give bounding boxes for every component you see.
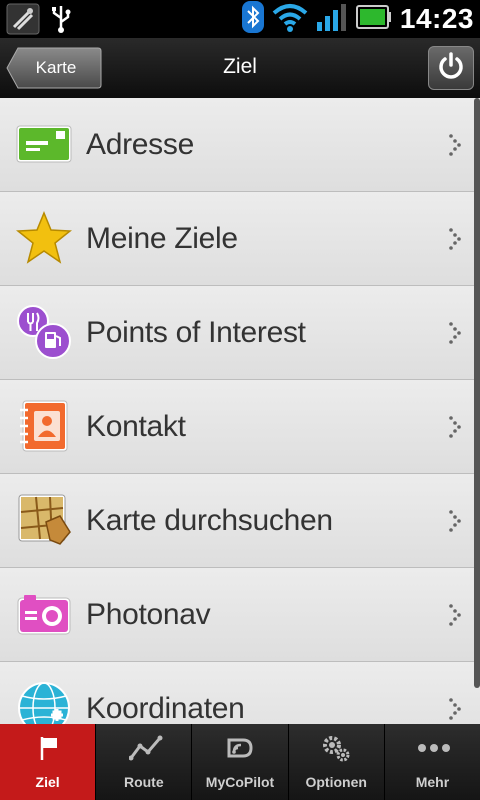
mycopilot-icon [225, 734, 255, 762]
menu-item-kontakt[interactable]: Kontakt [0, 380, 480, 474]
tab-label: Optionen [305, 774, 367, 790]
page-title: Ziel [223, 55, 257, 78]
tab-label: Ziel [35, 774, 60, 790]
menu-item-photonav[interactable]: Photonav [0, 568, 480, 662]
tab-label: Route [123, 774, 164, 790]
scrollbar[interactable] [474, 98, 480, 688]
back-button[interactable]: Karte [6, 46, 102, 90]
globe-icon [16, 680, 72, 724]
menu-item-points-of-interest[interactable]: Points of Interest [0, 286, 480, 380]
power-icon [437, 51, 465, 85]
tab-label: Mehr [415, 774, 450, 790]
tab-label: MyCoPilot [205, 774, 275, 790]
tab-ziel[interactable]: Ziel [0, 724, 96, 800]
destination-menu: Adresse Meine Ziele Points of Interest K… [0, 98, 480, 724]
camera-icon [16, 586, 72, 642]
title-bar: Karte Ziel [0, 38, 480, 99]
star-icon [15, 210, 73, 266]
chevron-right-icon [448, 415, 462, 439]
chevron-right-icon [448, 509, 462, 533]
tab-route[interactable]: Route [95, 724, 191, 800]
bluetooth-icon [241, 0, 264, 38]
contact-book-icon [16, 398, 72, 454]
more-dots-icon [417, 734, 451, 762]
chevron-right-icon [448, 321, 462, 345]
signal-strength-icon [316, 2, 348, 37]
battery-icon [355, 4, 392, 34]
clock: 14:23 [399, 3, 474, 34]
menu-item-label: Kontakt [86, 410, 186, 443]
tab-optionen[interactable]: Optionen [287, 724, 384, 800]
flag-icon [33, 734, 63, 762]
menu-item-koordinaten[interactable]: Koordinaten [0, 662, 480, 724]
menu-item-label: Meine Ziele [86, 222, 238, 255]
app-notification-icon [6, 3, 40, 40]
map-search-icon [16, 492, 72, 548]
tab-mehr[interactable]: Mehr [383, 724, 480, 800]
bottom-tab-bar: Ziel Route MyCoPilot Optionen Mehr [0, 724, 480, 800]
route-icon [128, 734, 163, 762]
menu-item-label: Karte durchsuchen [86, 504, 333, 537]
menu-item-meine-ziele[interactable]: Meine Ziele [0, 192, 480, 286]
menu-item-label: Photonav [86, 598, 211, 631]
gears-icon [321, 734, 351, 762]
chevron-right-icon [448, 227, 462, 251]
chevron-right-icon [448, 603, 462, 627]
back-button-label: Karte [35, 58, 77, 77]
status-bar: 14:23 [0, 0, 480, 38]
wifi-icon [272, 2, 308, 37]
menu-item-label: Adresse [86, 128, 194, 161]
tab-mycopilot[interactable]: MyCoPilot [191, 724, 287, 800]
chevron-right-icon [448, 697, 462, 721]
menu-item-karte-durchsuchen[interactable]: Karte durchsuchen [0, 474, 480, 568]
chevron-right-icon [448, 133, 462, 157]
menu-item-label: Koordinaten [86, 692, 245, 724]
menu-item-adresse[interactable]: Adresse [0, 98, 480, 192]
power-button[interactable] [428, 46, 474, 90]
menu-item-label: Points of Interest [86, 316, 306, 349]
usb-icon [50, 4, 72, 39]
poi-icon [16, 304, 72, 360]
address-card-icon [16, 116, 72, 172]
